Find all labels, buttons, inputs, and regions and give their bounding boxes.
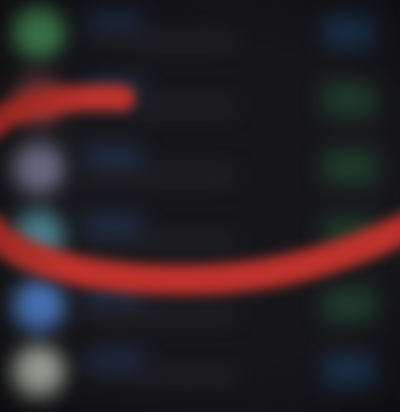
app-icon bbox=[12, 6, 64, 58]
item-subtitle-placeholder bbox=[84, 238, 234, 248]
item-subtitle-placeholder bbox=[84, 170, 234, 180]
item-title-placeholder bbox=[84, 286, 142, 302]
item-title-placeholder bbox=[84, 80, 142, 96]
item-subtitle-placeholder bbox=[84, 34, 234, 44]
list-item[interactable] bbox=[0, 276, 388, 334]
item-action-button[interactable] bbox=[324, 218, 376, 252]
item-action-button[interactable] bbox=[324, 288, 376, 322]
item-subtitle-placeholder bbox=[84, 308, 234, 318]
app-list bbox=[0, 0, 400, 412]
list-item[interactable] bbox=[0, 206, 388, 264]
item-title-placeholder bbox=[84, 12, 142, 28]
app-icon bbox=[12, 142, 64, 194]
app-icon bbox=[12, 346, 64, 398]
item-action-button[interactable] bbox=[324, 14, 376, 48]
item-action-button[interactable] bbox=[324, 150, 376, 184]
item-subtitle-placeholder bbox=[84, 374, 234, 384]
list-item[interactable] bbox=[0, 342, 388, 400]
item-title-placeholder bbox=[84, 352, 142, 368]
list-item[interactable] bbox=[0, 138, 388, 196]
list-item[interactable] bbox=[0, 70, 388, 128]
app-icon bbox=[12, 74, 64, 126]
item-subtitle-placeholder bbox=[84, 102, 234, 112]
list-item[interactable] bbox=[0, 2, 388, 60]
item-action-button[interactable] bbox=[324, 354, 376, 388]
blurred-list-screenshot bbox=[0, 0, 400, 412]
item-title-placeholder bbox=[84, 216, 142, 232]
item-action-button[interactable] bbox=[324, 82, 376, 116]
app-icon bbox=[12, 280, 64, 332]
item-title-placeholder bbox=[84, 148, 142, 164]
app-icon bbox=[12, 210, 64, 262]
